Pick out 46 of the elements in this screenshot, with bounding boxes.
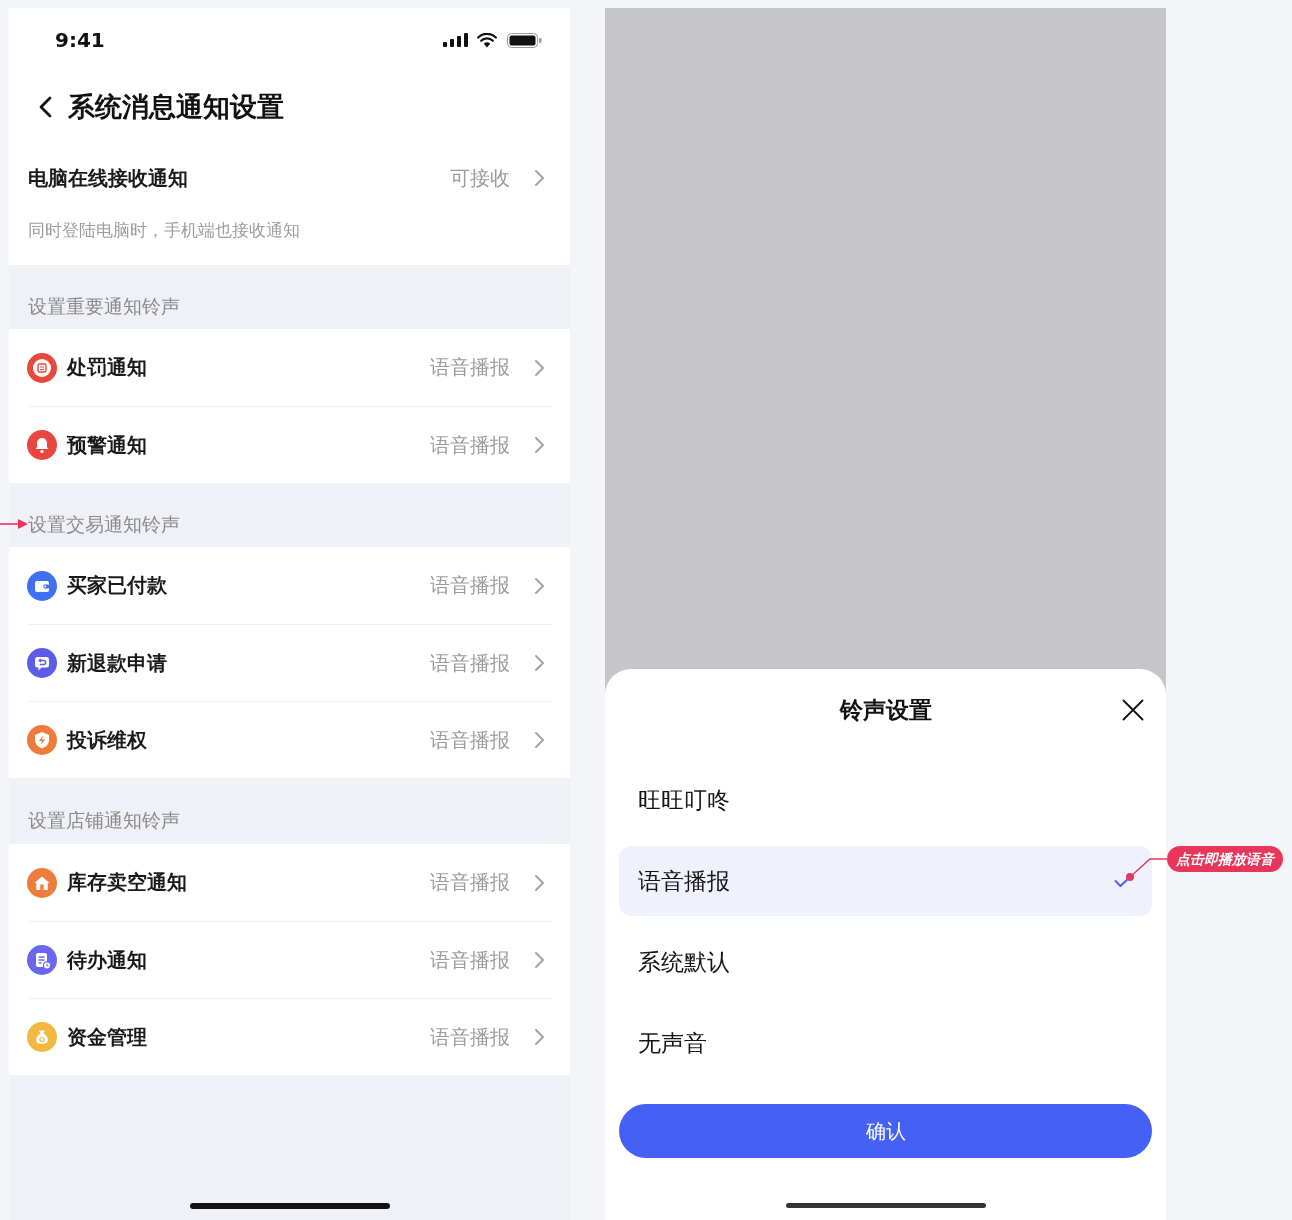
chevron-right-icon [533, 576, 545, 595]
setting-label[interactable]: 买家已付款 [67, 572, 167, 599]
status-time: 9:41 [55, 28, 105, 52]
ringtone-option[interactable]: 语音播报 [619, 846, 1152, 916]
chevron-right-icon [533, 1028, 545, 1046]
setting-value: 语音播报 [430, 946, 510, 974]
chevron-right-icon [533, 358, 545, 377]
setting-description: 同时登陆电脑时，手机端也接收通知 [27, 219, 301, 242]
wifi-icon [477, 32, 497, 48]
battery-icon [507, 32, 542, 48]
chevron-right-icon [533, 731, 545, 749]
sheet-title: 铃声设置 [839, 698, 932, 722]
chevron-right-icon [533, 436, 545, 454]
setting-label[interactable]: 电脑在线接收通知 [28, 164, 188, 192]
page-title: 系统消息通知设置 [68, 90, 284, 124]
setting-label[interactable]: 新退款申请 [67, 649, 167, 677]
setting-label[interactable]: 预警通知 [67, 431, 147, 459]
setting-value: 语音播报 [430, 431, 510, 459]
setting-value: 语音播报 [430, 572, 510, 599]
setting-label[interactable]: 投诉维权 [67, 726, 147, 754]
confirm-button[interactable]: 确认 [619, 1104, 1152, 1158]
setting-value: 语音播报 [430, 354, 510, 381]
setting-value: 语音播报 [430, 649, 510, 677]
ringtone-option[interactable]: 系统默认 [619, 927, 1152, 997]
close-icon [1122, 699, 1144, 721]
chevron-right-icon [533, 169, 545, 187]
chevron-right-icon [533, 873, 545, 892]
section-heading: 设置重要通知铃声 [28, 295, 180, 317]
setting-label[interactable]: 待办通知 [67, 946, 147, 974]
back-icon [37, 96, 53, 118]
ringtone-option[interactable]: 无声音 [619, 1008, 1152, 1078]
section-heading: 设置店铺通知铃声 [28, 809, 180, 831]
setting-value: 语音播报 [430, 1023, 510, 1051]
setting-value: 可接收 [450, 164, 510, 192]
signal-icon [443, 33, 468, 47]
setting-label[interactable]: 库存卖空通知 [67, 869, 187, 896]
setting-value: 语音播报 [430, 869, 510, 896]
setting-value: 语音播报 [430, 726, 510, 754]
close-button[interactable] [1121, 698, 1145, 722]
section-heading: 设置交易通知铃声 [28, 513, 180, 535]
ringtone-option[interactable]: 旺旺叮咚 [619, 765, 1152, 835]
chevron-right-icon [533, 951, 545, 969]
setting-label[interactable]: 处罚通知 [67, 354, 147, 381]
chevron-right-icon [533, 654, 545, 672]
callout-label: 点击即播放语音 [1167, 846, 1283, 872]
setting-label[interactable]: 资金管理 [67, 1023, 147, 1051]
